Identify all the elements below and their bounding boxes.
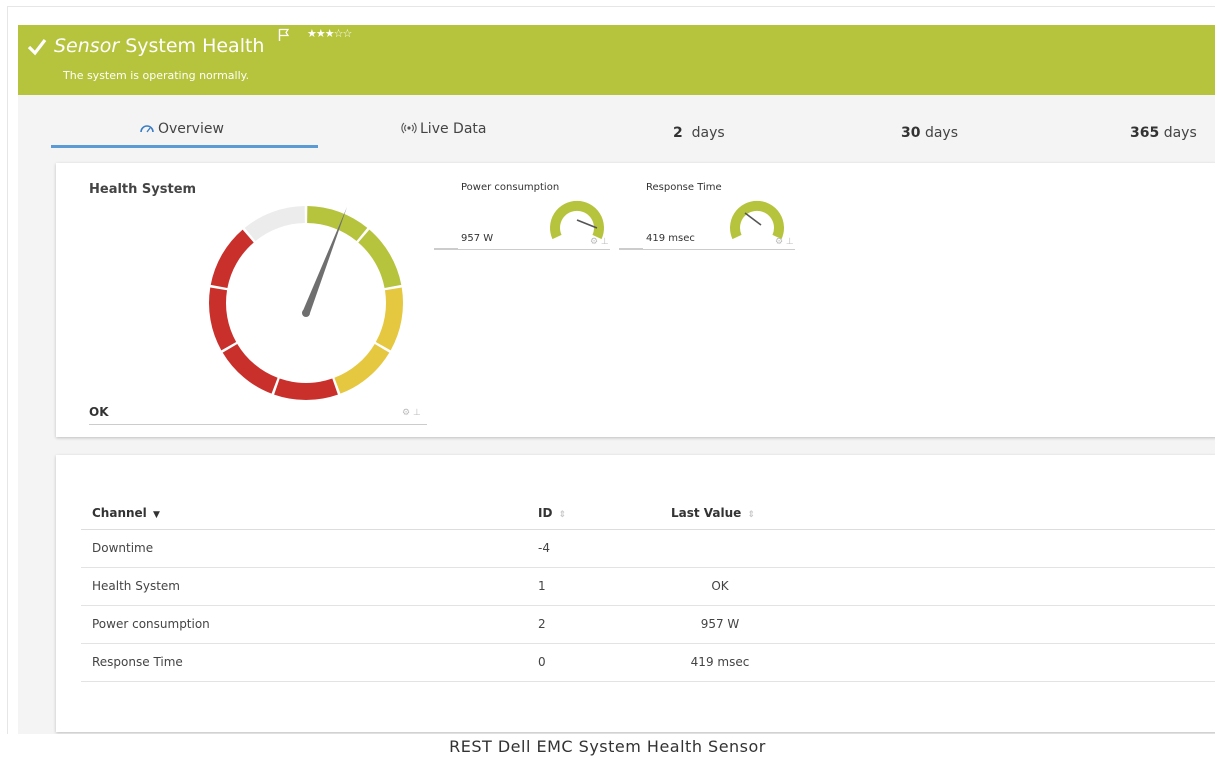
gauge-segment	[244, 206, 305, 242]
tab-30-days-unit: days	[924, 125, 958, 141]
gauges-card: Health System OK ⚙ ⊥ Power consumption 9…	[56, 163, 1215, 437]
check-icon	[27, 39, 47, 56]
channel-cell[interactable]: Response Time	[81, 643, 527, 682]
response-gauge-widget[interactable]: Response Time 419 msec ⚙ ⊥	[619, 179, 795, 251]
id-cell: 0	[527, 643, 660, 682]
channel-cell[interactable]: Downtime	[81, 529, 527, 568]
active-tab-indicator	[51, 145, 318, 148]
gauge-segment	[307, 206, 368, 242]
gauge-segment	[375, 287, 403, 351]
tab-live-data[interactable]: Live Data	[401, 121, 486, 137]
last-value-cell: 419 msec	[660, 643, 780, 682]
priority-stars[interactable]: ★★★☆☆	[307, 27, 352, 40]
tab-365-days[interactable]: 365 days	[1130, 125, 1197, 141]
response-gauge-title: Response Time	[646, 182, 722, 193]
sensor-header: Sensor System Health ★★★☆☆ The system is…	[18, 25, 1215, 95]
tab-2-days-number: 2	[673, 125, 683, 141]
tab-bar: Overview Live Data 2 days 30 days 365 da…	[18, 95, 1215, 150]
last-value-cell: OK	[660, 567, 780, 606]
figure-caption: REST Dell EMC System Health Sensor	[449, 737, 766, 756]
flag-icon[interactable]	[278, 28, 290, 42]
power-gauge-value: 957 W	[461, 233, 494, 244]
table-row[interactable]: Response Time 0 419 msec	[81, 643, 1215, 682]
sensor-kind: Sensor	[54, 35, 120, 57]
settings-gear-icon[interactable]: ⚙	[402, 408, 410, 418]
last-value-cell	[660, 529, 780, 568]
tab-overview[interactable]: Overview	[139, 121, 224, 137]
tab-30-days-number: 30	[901, 125, 921, 141]
sensor-canvas: Sensor System Health ★★★☆☆ The system is…	[18, 25, 1215, 734]
sort-desc-icon: ▼	[152, 510, 160, 521]
tab-30-days[interactable]: 30 days	[901, 125, 958, 141]
column-header-channel[interactable]: Channel ▼	[81, 498, 527, 530]
sort-icon: ⇕	[558, 510, 567, 521]
channel-header-label: Channel	[92, 506, 147, 521]
pin-icon[interactable]: ⊥	[413, 408, 421, 418]
last-value-cell: 957 W	[660, 605, 780, 644]
gauge-icon	[140, 125, 154, 133]
column-header-id[interactable]: ID ⇕	[527, 498, 660, 530]
table-header-row: Channel ▼ ID ⇕ Last Value ⇕	[81, 498, 1215, 530]
spacer-cell	[780, 643, 1215, 682]
id-header-label: ID	[538, 506, 553, 521]
response-gauge-underline	[619, 249, 795, 250]
power-gauge-underline	[434, 249, 610, 250]
tab-365-days-number: 365	[1130, 125, 1160, 141]
status-message: The system is operating normally.	[63, 69, 250, 82]
response-gauge-actions[interactable]: ⚙ ⊥	[775, 237, 794, 247]
id-cell: -4	[527, 529, 660, 568]
health-gauge-title: Health System	[89, 182, 197, 197]
tab-live-data-label: Live Data	[420, 121, 487, 137]
tab-2-days-unit: days	[691, 125, 725, 141]
table-row[interactable]: Downtime -4	[81, 529, 1215, 568]
health-system-gauge[interactable]	[206, 203, 406, 403]
last-value-header-label: Last Value	[671, 506, 742, 521]
health-gauge-actions[interactable]: ⚙ ⊥	[402, 408, 421, 418]
sort-icon: ⇕	[747, 510, 756, 521]
channel-cell[interactable]: Power consumption	[81, 605, 527, 644]
spacer-cell	[780, 567, 1215, 606]
tab-overview-label: Overview	[158, 121, 224, 137]
id-cell: 1	[527, 567, 660, 606]
gauge-segment	[222, 343, 278, 394]
gauge-segment	[358, 229, 402, 289]
channel-cell[interactable]: Health System	[81, 567, 527, 606]
broadcast-icon	[401, 122, 417, 134]
tab-365-days-unit: days	[1163, 125, 1197, 141]
health-gauge-underline	[89, 424, 427, 425]
tab-2-days[interactable]: 2 days	[673, 125, 725, 141]
id-cell: 2	[527, 605, 660, 644]
sensor-name: System Health	[125, 35, 265, 57]
gauge-needle	[744, 212, 762, 226]
column-header-last-value[interactable]: Last Value ⇕	[660, 498, 780, 530]
gauge-segment	[274, 378, 338, 400]
gauge-pivot	[302, 309, 310, 317]
power-gauge-actions[interactable]: ⚙ ⊥	[590, 237, 609, 247]
channels-card: Channel ▼ ID ⇕ Last Value ⇕ Downtime -4	[56, 455, 1215, 732]
power-gauge-widget[interactable]: Power consumption 957 W ⚙ ⊥	[434, 179, 610, 251]
table-row[interactable]: Power consumption 2 957 W	[81, 605, 1215, 644]
health-gauge-value: OK	[89, 405, 109, 419]
sensor-panel: Sensor System Health ★★★☆☆ The system is…	[7, 6, 1215, 734]
response-gauge-value: 419 msec	[646, 233, 695, 244]
table-row[interactable]: Health System 1 OK	[81, 567, 1215, 606]
spacer-cell	[780, 529, 1215, 568]
gauge-segment	[209, 287, 237, 351]
column-header-spacer	[780, 498, 1215, 530]
channels-table: Channel ▼ ID ⇕ Last Value ⇕ Downtime -4	[81, 498, 1215, 682]
spacer-cell	[780, 605, 1215, 644]
sensor-title: Sensor System Health	[54, 33, 264, 59]
gauge-segment	[210, 229, 254, 289]
gauge-segment	[334, 343, 390, 394]
